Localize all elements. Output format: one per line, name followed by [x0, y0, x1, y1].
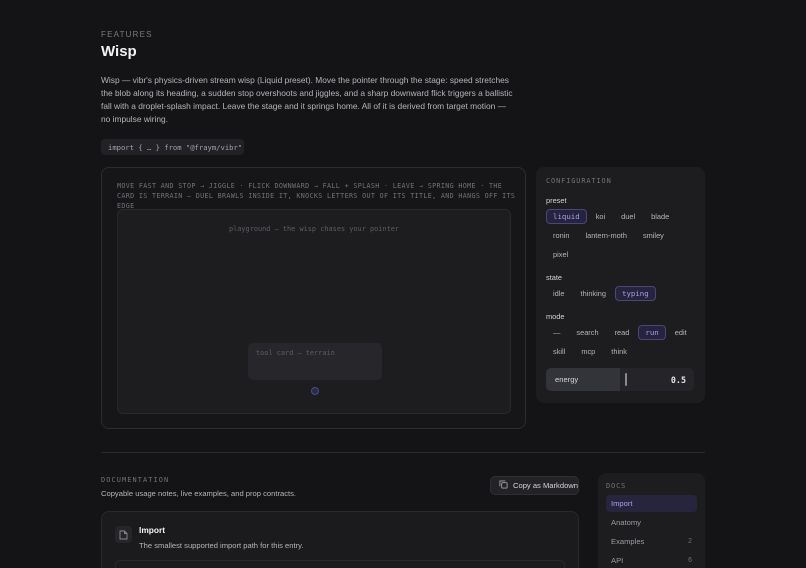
preset-row-1: liquid koi duel blade [546, 209, 676, 224]
docs-nav-item-label: Examples [611, 537, 645, 546]
state-label: state [546, 273, 563, 282]
preset-option-liquid[interactable]: liquid [546, 209, 587, 224]
mode-option-none[interactable]: — [546, 325, 567, 340]
mode-option-read[interactable]: read [608, 325, 637, 340]
mode-row-1: — search read run edit [546, 325, 694, 340]
preset-row-2: ronin lantern-moth smiley [546, 228, 671, 243]
documentation-eyebrow: DOCUMENTATION [101, 476, 170, 484]
configuration-panel: CONFIGURATION preset liquid koi duel blade … [536, 167, 705, 403]
tool-card: tool card — terrain [248, 343, 382, 380]
docs-nav-item-import[interactable]: Import [606, 495, 697, 512]
page-description: Wisp — vibr's physics-driven stream wisp… [101, 75, 513, 124]
docs-nav-item-label: Import [611, 499, 633, 508]
doc-card-description: The smallest supported import path for t… [139, 541, 304, 550]
preset-option-pixel[interactable]: pixel [546, 247, 575, 262]
docs-nav-title: DOCS [606, 482, 627, 490]
stage-instructions: MOVE FAST AND STOP → JIGGLE · FLICK DOWN… [117, 182, 516, 210]
features-eyebrow: FEATURES [101, 30, 153, 39]
tool-card-label: tool card — terrain [256, 349, 335, 357]
page-title: Wisp [101, 43, 137, 60]
playground-label: playground — the wisp chases your pointe… [228, 225, 400, 233]
energy-handle[interactable] [625, 373, 627, 386]
config-title: CONFIGURATION [546, 177, 612, 185]
state-option-typing[interactable]: typing [615, 286, 656, 301]
docs-nav-item-label: API [611, 556, 624, 565]
copy-markdown-label: Copy as Markdown [513, 481, 578, 490]
mode-label: mode [546, 312, 565, 321]
preset-option-duel[interactable]: duel [614, 209, 642, 224]
preset-row-3: pixel [546, 247, 575, 262]
docs-nav-item-label: Anatomy [611, 518, 641, 527]
docs-nav-item-count: 6 [688, 557, 692, 564]
preset-option-blade[interactable]: blade [644, 209, 676, 224]
preset-label: preset [546, 196, 567, 205]
playground[interactable]: playground — the wisp chases your pointe… [117, 209, 511, 414]
energy-value: 0.5 [670, 374, 686, 385]
mode-row-2: skill mcp think [546, 344, 634, 359]
preset-option-ronin[interactable]: ronin [546, 228, 576, 243]
documentation-subtitle: Copyable usage notes, live examples, and… [101, 489, 297, 498]
energy-label: energy [546, 368, 620, 391]
mode-option-search[interactable]: search [569, 325, 605, 340]
preset-option-koi[interactable]: koi [589, 209, 612, 224]
state-option-thinking[interactable]: thinking [574, 286, 613, 301]
docs-nav-item-anatomy[interactable]: Anatomy [606, 514, 697, 531]
preset-option-lantern-moth[interactable]: lantern-moth [578, 228, 634, 243]
file-icon [115, 526, 132, 543]
section-divider [101, 452, 705, 453]
docs-nav-item-count: 2 [688, 538, 692, 545]
energy-slider[interactable]: energy 0.5 [546, 368, 694, 391]
state-row: idle thinking typing [546, 286, 656, 301]
import-snippet[interactable]: import { … } from "@fraym/vibr" [101, 139, 244, 155]
mode-option-think[interactable]: think [604, 344, 634, 359]
mode-option-skill[interactable]: skill [546, 344, 572, 359]
preset-option-smiley[interactable]: smiley [636, 228, 671, 243]
mode-option-edit[interactable]: edit [668, 325, 694, 340]
docs-nav: DOCS Import Anatomy Examples 2 API 6 [598, 473, 705, 568]
copy-markdown-button[interactable]: Copy as Markdown [490, 476, 579, 495]
copy-icon [499, 480, 508, 491]
mode-option-mcp[interactable]: mcp [574, 344, 602, 359]
doc-card-title: Import [139, 525, 166, 535]
state-option-idle[interactable]: idle [546, 286, 572, 301]
wisp-blob [311, 387, 319, 395]
docs-nav-item-api[interactable]: API 6 [606, 552, 697, 568]
import-doc-card: Import The smallest supported import pat… [101, 511, 579, 568]
docs-nav-item-examples[interactable]: Examples 2 [606, 533, 697, 550]
mode-option-run[interactable]: run [638, 325, 666, 340]
stage-panel: MOVE FAST AND STOP → JIGGLE · FLICK DOWN… [101, 167, 526, 429]
doc-card-code-block [115, 560, 565, 568]
